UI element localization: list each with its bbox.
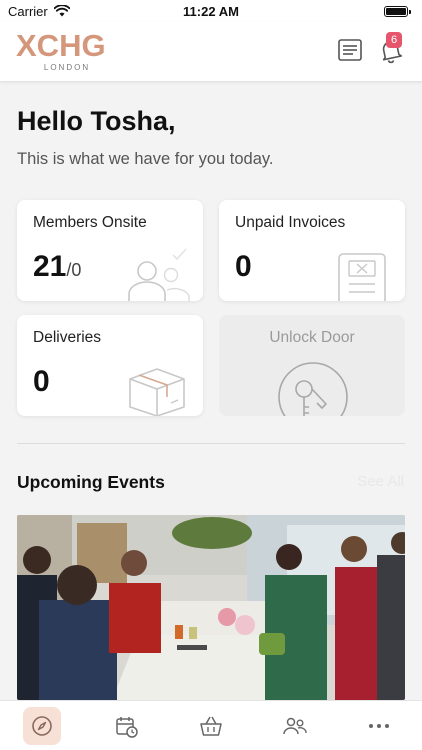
package-icon [129,368,185,416]
app-header: XCHG LONDON 6 [0,22,422,82]
members-onsite-capacity: /0 [66,260,82,280]
people-icon [283,717,307,735]
carrier-label: Carrier [8,3,48,19]
unpaid-invoices-value: 0 [235,250,252,283]
members-onsite-label: Members Onsite [33,214,147,231]
unpaid-invoices-label: Unpaid Invoices [235,214,346,231]
deliveries-label: Deliveries [33,329,102,346]
tab-bookings[interactable] [107,707,145,745]
section-divider [17,443,405,444]
unlock-door-label: Unlock Door [269,329,355,346]
event-photo-illustration [17,515,405,700]
unlock-door-card[interactable]: Unlock Door [219,315,405,416]
status-bar: Carrier 11:22 AM [0,0,422,22]
bottom-tab-bar [0,700,422,750]
deliveries-value: 0 [33,365,50,398]
basket-icon [200,716,222,736]
tab-community[interactable] [275,707,313,745]
event-photo[interactable] [17,515,405,700]
compass-icon [32,716,52,736]
calendar-clock-icon [116,717,138,738]
people-icon [128,248,190,301]
members-onsite-count: 21 [33,250,67,283]
deliveries-card[interactable]: Deliveries 0 [17,315,203,416]
greeting-subtitle: This is what we have for you today. [17,150,274,168]
members-onsite-value: 21/0 [33,250,81,284]
upcoming-events-title: Upcoming Events [17,472,165,492]
wifi-icon [53,5,70,17]
news-button[interactable] [337,38,365,66]
notification-badge: 6 [386,32,402,48]
see-all-link[interactable]: See All [357,473,404,490]
key-icon [278,362,348,416]
tab-shop[interactable] [191,707,229,745]
more-icon [369,724,389,728]
battery-icon [384,5,411,17]
status-left: Carrier [8,4,70,19]
logo-location: LONDON [43,63,91,72]
invoice-icon [338,253,386,301]
greeting-title: Hello Tosha, [17,106,176,136]
members-onsite-card[interactable]: Members Onsite 21/0 [17,200,203,301]
logo-wordmark: XCHG [16,28,106,63]
logo: XCHG LONDON [16,28,126,73]
tab-explore[interactable] [23,707,61,745]
tab-more[interactable] [359,707,397,745]
unpaid-invoices-card[interactable]: Unpaid Invoices 0 [219,200,405,301]
newspaper-icon [338,39,362,61]
